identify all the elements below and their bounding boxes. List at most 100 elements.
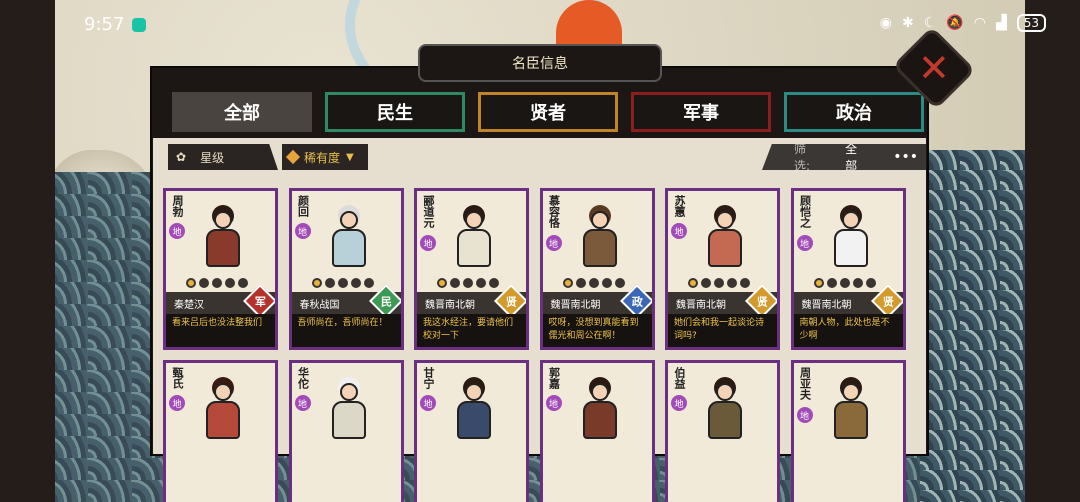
minister-quote: 看来吕后也没法整我们 [166, 314, 275, 347]
portrait-head [590, 211, 609, 229]
star-icon [311, 278, 322, 288]
sort-rarity-label: 稀有度 [304, 150, 341, 165]
portrait-head [716, 211, 734, 229]
portrait-body [582, 401, 617, 439]
minister-quote: 我这水经注，要请他们校对一下 [417, 314, 526, 347]
portrait [828, 207, 874, 269]
minister-name: 周勃 [171, 195, 184, 217]
tier-badge: 地 [294, 223, 311, 239]
portrait-body [331, 229, 366, 267]
minister-card[interactable]: 顾恺之 地 魏晋南北朝 贤 南朝人物，此处也是不少啊 [790, 188, 906, 350]
tier-badge: 地 [294, 395, 311, 411]
star-rating [813, 278, 876, 288]
star-rating [186, 278, 248, 288]
star-icon [463, 278, 473, 288]
minister-name: 慕容恪 [547, 195, 561, 228]
tab-sage[interactable]: 贤者 [478, 92, 618, 132]
minister-card[interactable]: 甄氏 地 [163, 360, 278, 502]
minister-quote: 哎呀，没想到真能看到儒光和周公在啊！ [542, 314, 652, 347]
star-icon [727, 278, 737, 288]
portrait-body [708, 401, 742, 439]
sort-rarity-button[interactable]: 稀有度 ▼ [282, 144, 368, 170]
minister-card[interactable]: 苏蕙 地 魏晋南北朝 贤 她们会和我一起谈论诗词吗? [665, 188, 780, 350]
card-inner: 甄氏 地 [166, 363, 275, 502]
portrait-head [716, 383, 734, 401]
minister-card[interactable]: 郦道元 地 魏晋南北朝 贤 我这水经注，要请他们校对一下 [414, 188, 529, 350]
category-label: 贤 [756, 295, 768, 308]
minister-card[interactable]: 伯益 地 [665, 360, 780, 502]
tab-livelihood[interactable]: 民生 [325, 92, 465, 132]
card-inner: 甘宁 地 [417, 363, 526, 502]
category-label: 民 [380, 295, 391, 308]
portrait-head [465, 383, 483, 401]
star-icon [337, 278, 348, 288]
portrait [702, 379, 748, 441]
star-icon [212, 278, 222, 288]
more-icon[interactable]: ••• [893, 149, 918, 165]
signal-icon: ▟ [995, 15, 1007, 31]
portrait [828, 379, 874, 441]
category-label: 军 [254, 295, 266, 308]
tab-politics[interactable]: 政治 [784, 92, 924, 132]
filter-dropdown[interactable]: 筛选: 全部 ••• [762, 144, 926, 170]
card-inner: 慕容恪 地 魏晋南北朝 政 哎呀，没想到真能看到儒光和周公在啊！ [542, 191, 652, 347]
star-icon [199, 278, 209, 288]
minister-card[interactable]: 慕容恪 地 魏晋南北朝 政 哎呀，没想到真能看到儒光和周公在啊！ [539, 188, 655, 350]
portrait-body [582, 229, 617, 267]
app-indicator-icon [132, 17, 147, 32]
tier-badge: 地 [169, 395, 185, 411]
card-inner: 颜回 地 春秋战国 民 吾师尚在，吾师尚在！ [291, 191, 401, 347]
minister-card[interactable]: 华佗 地 [288, 360, 404, 502]
tier-badge: 地 [545, 395, 562, 411]
minister-name: 颜回 [296, 195, 310, 217]
tier-badge: 地 [671, 395, 687, 411]
star-icon [324, 278, 335, 288]
minister-card[interactable]: 周勃 地 秦楚汉 军 看来吕后也没法整我们 [163, 188, 278, 350]
portrait-body [206, 401, 240, 439]
card-inner: 周亚夫 地 [793, 363, 903, 502]
card-inner: 郭嘉 地 [542, 363, 652, 502]
diamond-icon [285, 149, 301, 165]
star-icon [826, 278, 837, 288]
portrait-body [457, 229, 491, 267]
star-icon [437, 278, 447, 288]
star-icon [363, 278, 374, 288]
portrait-body [833, 229, 868, 267]
tier-badge: 地 [671, 223, 687, 239]
portrait-head [214, 383, 232, 401]
portrait [200, 379, 246, 441]
tier-badge: 地 [545, 235, 562, 251]
star-icon [813, 278, 824, 288]
star-icon [740, 278, 750, 288]
panel-title: 名臣信息 [418, 44, 662, 82]
minister-name: 苏蕙 [673, 195, 686, 217]
battery-icon: 53 [1016, 14, 1046, 32]
portrait [451, 379, 497, 441]
star-icon [562, 278, 573, 288]
minister-name: 甘宁 [422, 367, 435, 389]
star-rating [437, 278, 499, 288]
star-icon [186, 278, 196, 288]
minister-name: 甄氏 [171, 367, 184, 389]
minister-card[interactable]: 甘宁 地 [414, 360, 529, 502]
minister-card[interactable]: 颜回 地 春秋战国 民 吾师尚在，吾师尚在！ [288, 188, 404, 350]
tier-badge: 地 [169, 223, 185, 239]
minister-quote: 南朝人物，此处也是不少啊 [793, 314, 903, 347]
tier-badge: 地 [796, 235, 813, 251]
star-icon [575, 278, 586, 288]
flower-icon: ✿ [176, 150, 187, 164]
star-icon [476, 278, 486, 288]
minister-card[interactable]: 郭嘉 地 [539, 360, 655, 502]
tab-all[interactable]: 全部 [172, 92, 312, 132]
tab-military[interactable]: 军事 [631, 92, 771, 132]
sort-star-button[interactable]: ✿ 星级 [168, 144, 278, 170]
close-icon: ✕ [918, 46, 950, 90]
minister-card[interactable]: 周亚夫 地 [790, 360, 906, 502]
star-icon [450, 278, 460, 288]
star-icon [225, 278, 235, 288]
category-label: 政 [631, 295, 642, 308]
right-frame [1025, 0, 1080, 502]
mute-icon: 🔕 [946, 15, 964, 31]
filter-value: 全部 [845, 142, 858, 173]
status-bar-right: ◉ ✱ ☾ 🔕 ◠ ▟ 53 [880, 14, 1046, 32]
